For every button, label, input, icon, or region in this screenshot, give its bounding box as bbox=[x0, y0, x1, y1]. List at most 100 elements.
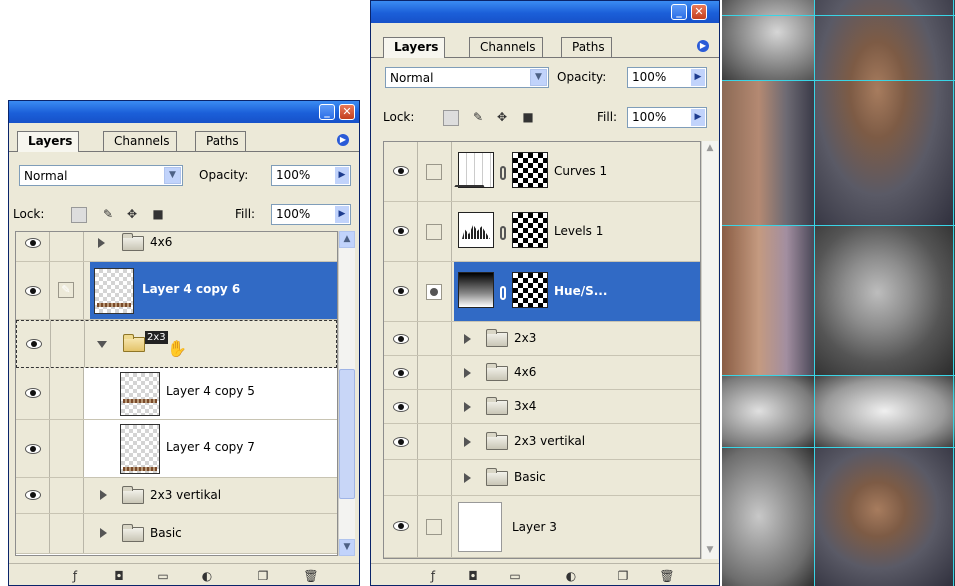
visibility-toggle[interactable] bbox=[16, 262, 50, 319]
layer-mask-icon[interactable]: ◘ bbox=[465, 568, 481, 584]
layer-row[interactable]: Layer 4 copy 7 bbox=[16, 420, 337, 478]
visibility-toggle-off[interactable] bbox=[16, 514, 50, 553]
scroll-down-button[interactable]: ▼ bbox=[339, 539, 355, 556]
link-cell[interactable] bbox=[418, 202, 452, 261]
chevron-right-icon[interactable]: ▶ bbox=[691, 109, 705, 126]
link-cell[interactable] bbox=[418, 322, 452, 355]
visibility-toggle[interactable] bbox=[16, 232, 50, 261]
trash-icon[interactable]: 🗑 bbox=[303, 568, 319, 584]
visibility-toggle[interactable] bbox=[16, 420, 50, 477]
visibility-toggle[interactable] bbox=[384, 356, 418, 389]
lock-icon[interactable]: ■ bbox=[521, 110, 535, 124]
chevron-right-icon[interactable]: ▶ bbox=[691, 69, 705, 86]
layer-row-adjustment[interactable]: Curves 1 bbox=[384, 142, 700, 202]
layer-row-selected[interactable]: ✎ Layer 4 copy 6 bbox=[16, 262, 337, 320]
adjustment-layer-icon[interactable]: ◐ bbox=[563, 568, 579, 584]
visibility-toggle[interactable] bbox=[384, 496, 418, 557]
expand-triangle-icon[interactable] bbox=[464, 473, 471, 483]
expand-triangle-icon[interactable] bbox=[100, 528, 107, 538]
tab-channels[interactable]: Channels bbox=[103, 131, 177, 151]
expand-triangle-icon[interactable] bbox=[464, 402, 471, 412]
document-canvas[interactable] bbox=[722, 0, 955, 586]
layer-style-icon[interactable]: ƒ bbox=[425, 568, 441, 584]
layer-row-group[interactable]: Basic bbox=[16, 514, 337, 554]
lock-icon[interactable]: ■ bbox=[151, 207, 165, 221]
move-icon[interactable]: ✥ bbox=[125, 207, 139, 221]
link-cell[interactable] bbox=[418, 142, 452, 201]
guide-line-horizontal[interactable] bbox=[722, 80, 955, 81]
visibility-toggle-off[interactable] bbox=[384, 460, 418, 495]
visibility-toggle[interactable] bbox=[17, 321, 51, 367]
visibility-toggle[interactable] bbox=[384, 424, 418, 459]
layers-scrollbar[interactable]: ▲ ▼ bbox=[338, 231, 355, 556]
brush-cell[interactable]: ✎ bbox=[50, 262, 84, 319]
guide-line-horizontal[interactable] bbox=[722, 225, 955, 226]
visibility-toggle[interactable] bbox=[384, 262, 418, 321]
tab-layers[interactable]: Layers bbox=[17, 131, 80, 152]
scroll-down-button[interactable]: ▼ bbox=[704, 545, 716, 557]
expand-triangle-icon[interactable] bbox=[464, 437, 471, 447]
mask-link-cell[interactable] bbox=[418, 262, 452, 321]
scroll-up-button[interactable]: ▲ bbox=[704, 143, 716, 155]
expand-triangle-icon[interactable] bbox=[464, 368, 471, 378]
brush-icon[interactable]: ✎ bbox=[101, 207, 115, 221]
panel-menu-icon[interactable]: ▶ bbox=[697, 40, 709, 52]
expand-triangle-icon[interactable] bbox=[98, 238, 105, 248]
blend-mode-select[interactable]: Normal ▼ bbox=[385, 67, 549, 88]
tab-paths[interactable]: Paths bbox=[195, 131, 246, 151]
chevron-down-icon[interactable]: ▼ bbox=[164, 167, 181, 184]
scroll-thumb[interactable] bbox=[339, 369, 355, 499]
visibility-toggle[interactable] bbox=[384, 142, 418, 201]
layer-row-group[interactable]: 3x4 bbox=[384, 390, 700, 424]
link-cell[interactable] bbox=[418, 460, 452, 495]
visibility-toggle[interactable] bbox=[16, 478, 50, 513]
layer-row-adjustment[interactable]: Levels 1 bbox=[384, 202, 700, 262]
visibility-toggle[interactable] bbox=[16, 368, 50, 419]
chain-link-icon[interactable] bbox=[500, 166, 506, 180]
tab-channels[interactable]: Channels bbox=[469, 37, 543, 57]
minimize-button[interactable]: _ bbox=[319, 104, 335, 120]
visibility-toggle[interactable] bbox=[384, 390, 418, 423]
new-group-icon[interactable]: ▭ bbox=[507, 568, 523, 584]
panel-menu-icon[interactable]: ▶ bbox=[337, 134, 349, 146]
guide-line-vertical[interactable] bbox=[953, 0, 954, 586]
brush-icon[interactable]: ✎ bbox=[471, 110, 485, 124]
trash-icon[interactable]: 🗑 bbox=[659, 568, 675, 584]
chain-link-icon[interactable] bbox=[500, 226, 506, 240]
title-bar[interactable]: _ ✕ bbox=[9, 101, 359, 123]
guide-line-vertical[interactable] bbox=[814, 0, 815, 586]
layer-row-group[interactable]: 4x6 bbox=[16, 232, 337, 262]
layer-style-icon[interactable]: ƒ bbox=[67, 568, 83, 584]
layer-mask-icon[interactable]: ◘ bbox=[111, 568, 127, 584]
expand-triangle-icon[interactable] bbox=[464, 334, 471, 344]
new-layer-icon[interactable]: ❐ bbox=[255, 568, 271, 584]
fill-field[interactable]: 100% ▶ bbox=[627, 107, 707, 128]
link-cell[interactable] bbox=[51, 321, 85, 367]
link-cell[interactable] bbox=[50, 420, 84, 477]
lock-transparency-icon[interactable] bbox=[71, 207, 87, 223]
layer-row-group[interactable]: 2x3 bbox=[384, 322, 700, 356]
guide-line-horizontal[interactable] bbox=[722, 375, 955, 376]
tab-paths[interactable]: Paths bbox=[561, 37, 612, 57]
scroll-up-button[interactable]: ▲ bbox=[339, 231, 355, 248]
layer-row-group-open[interactable]: 2x3 ✋ bbox=[16, 320, 337, 368]
close-button[interactable]: ✕ bbox=[691, 4, 707, 20]
layer-row-group[interactable]: 2x3 vertikal bbox=[16, 478, 337, 514]
collapse-triangle-icon[interactable] bbox=[97, 341, 107, 348]
layer-row[interactable]: Layer 4 copy 5 bbox=[16, 368, 337, 420]
layer-row-group[interactable]: 2x3 vertikal bbox=[384, 424, 700, 460]
link-cell[interactable] bbox=[50, 478, 84, 513]
close-button[interactable]: ✕ bbox=[339, 104, 355, 120]
layer-row[interactable]: Layer 3 bbox=[384, 496, 700, 558]
blend-mode-select[interactable]: Normal ▼ bbox=[19, 165, 183, 186]
link-cell[interactable] bbox=[418, 424, 452, 459]
chevron-right-icon[interactable]: ▶ bbox=[335, 206, 349, 223]
layer-row-adjustment-selected[interactable]: Hue/S... bbox=[384, 262, 700, 322]
fill-field[interactable]: 100% ▶ bbox=[271, 204, 351, 225]
guide-line-horizontal[interactable] bbox=[722, 15, 955, 16]
minimize-button[interactable]: _ bbox=[671, 4, 687, 20]
link-cell[interactable] bbox=[418, 356, 452, 389]
lock-transparency-icon[interactable] bbox=[443, 110, 459, 126]
layer-row-group[interactable]: Basic bbox=[384, 460, 700, 496]
link-cell[interactable] bbox=[418, 496, 452, 557]
